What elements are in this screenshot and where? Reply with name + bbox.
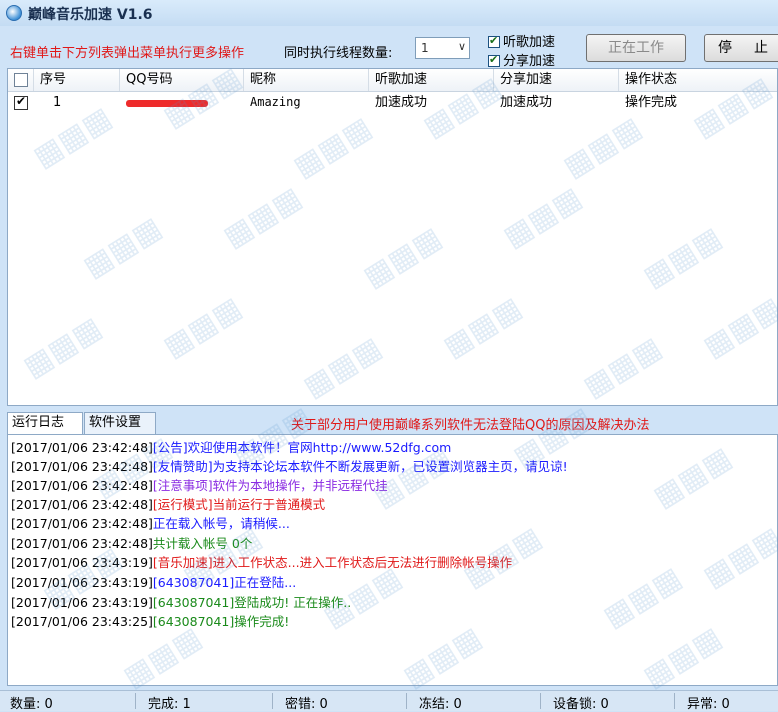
share-speedup-checkbox[interactable]: 分享加速 [488,50,555,69]
redacted-qq-number [126,100,208,107]
log-line: [2017/01/06 23:42:48]正在载入帐号，请稍候... [11,516,290,531]
threads-value: 1 [421,41,429,55]
log-line: [2017/01/06 23:42:48]共计载入帐号 0个 [11,536,253,551]
log-line: [2017/01/06 23:43:19][音乐加速]进入工作状态...进入工作… [11,555,513,570]
list-header: 序号 QQ号码 昵称 听歌加速 分享加速 操作状态 [8,69,777,92]
row-index: 1 [53,95,62,110]
tab-settings[interactable]: 软件设置 [84,412,156,434]
table-row[interactable]: 1 Amazing 加速成功 加速成功 操作完成 [8,92,777,113]
status-count: 数量: 0 [10,697,53,712]
status-bar: 数量: 0 完成: 1 密错: 0 冻结: 0 设备锁: 0 异常: 0 [0,690,778,712]
run-log-panel[interactable]: [2017/01/06 23:42:48][公告]欢迎使用本软件！官网http:… [7,434,778,686]
app-logo-icon [6,5,22,21]
status-password-error: 密错: 0 [285,697,328,712]
status-done: 完成: 1 [148,697,191,712]
threads-select[interactable]: 1 ∨ [415,37,470,59]
status-divider [674,693,675,709]
log-line: [2017/01/06 23:43:19][643087041]登陆成功! 正在… [11,595,352,610]
context-menu-hint: 右键单击下方列表弹出菜单执行更多操作 [10,46,245,61]
title-bar: 巅峰音乐加速 V1.6 [0,0,778,26]
select-all-checkbox[interactable] [14,73,28,87]
log-line: [2017/01/06 23:42:48][公告]欢迎使用本软件！官网http:… [11,440,452,455]
row-operation-status: 操作完成 [625,95,678,110]
log-line: [2017/01/06 23:42:48][注意事项]软件为本地操作，并非远程代… [11,478,388,493]
share-speedup-label: 分享加速 [503,54,556,69]
status-abnormal: 异常: 0 [687,697,730,712]
login-issue-link[interactable]: 关于部分用户使用巅峰系列软件无法登陆QQ的原因及解决办法 [291,414,649,433]
log-line: [2017/01/06 23:42:48][运行模式]当前运行于普通模式 [11,497,326,512]
account-list[interactable]: 序号 QQ号码 昵称 听歌加速 分享加速 操作状态 1 Amazing 加速成功… [7,68,778,406]
status-divider [540,693,541,709]
row-nickname: Amazing [250,95,301,109]
log-line: [2017/01/06 23:42:48][友情赞助]为支持本论坛本软件不断发展… [11,459,568,474]
column-header-index[interactable]: 序号 [34,69,120,91]
column-header-qq[interactable]: QQ号码 [120,69,244,91]
row-share-status: 加速成功 [500,95,553,110]
listen-speedup-checkbox[interactable]: 听歌加速 [488,31,555,50]
bottom-tabs: 运行日志 软件设置 关于部分用户使用巅峰系列软件无法登陆QQ的原因及解决办法 [7,412,778,435]
checkbox-checked-icon [488,34,500,48]
chevron-down-icon: ∨ [457,40,466,53]
row-checkbox[interactable] [14,94,28,110]
status-frozen: 冻结: 0 [419,697,462,712]
threads-label: 同时执行线程数量: [284,46,393,61]
working-button[interactable]: 正在工作 [586,34,686,62]
tab-run-log[interactable]: 运行日志 [7,412,83,435]
status-device-lock: 设备锁: 0 [553,697,609,712]
row-listen-status: 加速成功 [375,95,428,110]
window-title: 巅峰音乐加速 V1.6 [28,7,153,23]
header-select-all[interactable] [8,69,34,91]
column-header-nickname[interactable]: 昵称 [244,69,369,91]
toolbar: 右键单击下方列表弹出菜单执行更多操作 同时执行线程数量: 1 ∨ 听歌加速 分享… [0,26,778,69]
log-line: [2017/01/06 23:43:19][643087041]正在登陆... [11,575,297,590]
status-divider [135,693,136,709]
stop-button[interactable]: 停止 [704,34,778,62]
status-divider [406,693,407,709]
column-header-status[interactable]: 操作状态 [619,69,777,91]
column-header-listen[interactable]: 听歌加速 [369,69,494,91]
listen-speedup-label: 听歌加速 [503,35,556,50]
log-line: [2017/01/06 23:43:25][643087041]操作完成! [11,614,290,629]
status-divider [272,693,273,709]
checkbox-checked-icon [488,53,500,67]
column-header-share[interactable]: 分享加速 [494,69,619,91]
